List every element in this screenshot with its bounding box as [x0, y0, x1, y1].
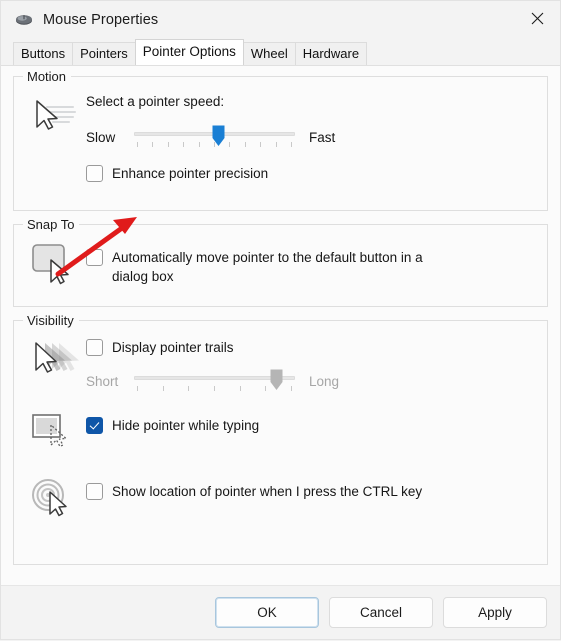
display-trails-label: Display pointer trails: [112, 340, 234, 355]
ok-button[interactable]: OK: [215, 597, 319, 628]
tab-buttons[interactable]: Buttons: [13, 42, 74, 65]
visibility-group-label: Visibility: [23, 313, 79, 328]
pointer-options-page: Motion Select a pointer speed: Slow Fast…: [1, 65, 560, 585]
close-icon[interactable]: [514, 1, 560, 35]
show-location-cb-row[interactable]: Show location of pointer when I press th…: [86, 482, 537, 501]
tab-pointer-options[interactable]: Pointer Options: [134, 39, 244, 65]
tab-hardware[interactable]: Hardware: [294, 42, 368, 65]
hide-typing-row: Hide pointer while typing: [24, 410, 537, 456]
snap-to-group: Snap To Automatically move pointer to th…: [13, 217, 548, 307]
motion-group-label: Motion: [23, 69, 72, 84]
tab-strip: Buttons Pointers Pointer Options Wheel H…: [1, 39, 560, 65]
motion-group: Motion Select a pointer speed: Slow Fast…: [13, 69, 548, 211]
show-location-label: Show location of pointer when I press th…: [112, 484, 423, 499]
default-button-cursor-icon: [24, 239, 86, 285]
trails-slider-row: Short Long: [86, 368, 537, 394]
slider-thumb[interactable]: [212, 125, 225, 147]
enhance-precision-label: Enhance pointer precision: [112, 166, 269, 181]
display-trails-checkbox[interactable]: [86, 339, 103, 356]
snap-to-label: Automatically move pointer to the defaul…: [112, 250, 423, 284]
slider-fast-label: Fast: [309, 129, 336, 145]
mouse-properties-dialog: Mouse Properties Buttons Pointers Pointe…: [0, 0, 561, 640]
trails-short-label: Short: [86, 373, 119, 389]
tab-pointers[interactable]: Pointers: [72, 42, 136, 65]
trails-slider[interactable]: [134, 368, 295, 394]
hide-typing-checkbox[interactable]: [86, 417, 103, 434]
pointer-speed-icon: [24, 91, 86, 137]
visibility-group: Visibility Display pointer trails Short …: [13, 313, 548, 565]
hide-pointer-typing-icon: [24, 410, 86, 456]
pointer-speed-label: Select a pointer speed:: [86, 94, 225, 109]
snap-to-row[interactable]: Automatically move pointer to the defaul…: [86, 248, 537, 286]
hide-typing-cb-row[interactable]: Hide pointer while typing: [86, 416, 537, 435]
display-trails-row[interactable]: Display pointer trails: [86, 338, 537, 357]
cancel-button[interactable]: Cancel: [329, 597, 433, 628]
title-bar: Mouse Properties: [1, 1, 560, 39]
snap-to-group-label: Snap To: [23, 217, 80, 232]
show-location-row: Show location of pointer when I press th…: [24, 474, 537, 520]
pointer-location-radar-icon: [24, 474, 86, 520]
window-title: Mouse Properties: [43, 12, 159, 28]
trails-slider-thumb[interactable]: [270, 369, 283, 391]
dialog-footer: OK Cancel Apply: [1, 585, 560, 639]
mouse-icon: [14, 10, 34, 30]
enhance-precision-row[interactable]: Enhance pointer precision: [86, 164, 537, 183]
show-location-checkbox[interactable]: [86, 483, 103, 500]
trails-long-label: Long: [309, 373, 340, 389]
pointer-trails-icon: [24, 335, 86, 381]
pointer-speed-slider-row: Slow Fast: [86, 124, 537, 150]
pointer-speed-slider[interactable]: [134, 124, 295, 150]
hide-typing-label: Hide pointer while typing: [112, 418, 260, 433]
enhance-precision-checkbox[interactable]: [86, 165, 103, 182]
pointer-trails-row: Display pointer trails Short Long: [24, 335, 537, 394]
tab-wheel[interactable]: Wheel: [242, 42, 296, 65]
slider-slow-label: Slow: [86, 129, 116, 145]
snap-to-checkbox[interactable]: [86, 249, 103, 266]
apply-button[interactable]: Apply: [443, 597, 547, 628]
